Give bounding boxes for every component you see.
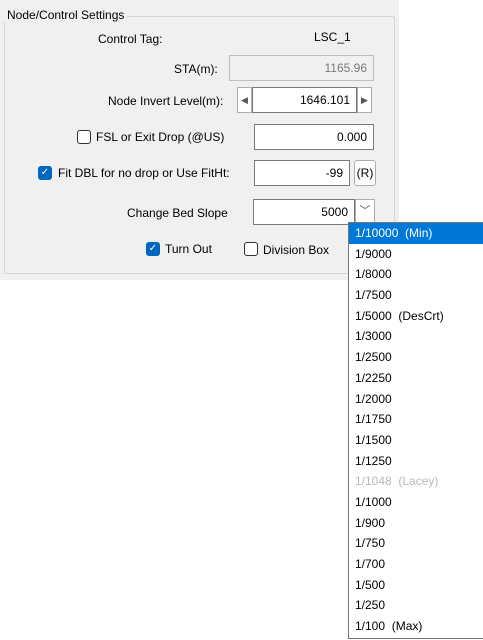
dropdown-item[interactable]: 1/700: [349, 554, 483, 575]
dropdown-item[interactable]: 1/1000: [349, 492, 483, 513]
group-title: Node/Control Settings: [4, 8, 128, 22]
dropdown-item[interactable]: 1/500: [349, 575, 483, 596]
node-control-settings-panel: Node/Control Settings Control Tag: LSC_1…: [0, 0, 399, 280]
division-box-label: Division Box: [263, 243, 330, 257]
dropdown-item[interactable]: 1/2500: [349, 347, 483, 368]
dropdown-item[interactable]: 1/2000: [349, 389, 483, 410]
control-tag-label: Control Tag:: [98, 32, 163, 46]
r-button[interactable]: (R): [354, 160, 376, 186]
dropdown-item[interactable]: 1/10000 (Min): [349, 223, 483, 244]
fsl-field[interactable]: 0.000: [254, 124, 374, 150]
node-invert-field[interactable]: 1646.101: [252, 87, 357, 113]
dropdown-item[interactable]: 1/1500: [349, 430, 483, 451]
node-invert-label: Node Invert Level(m):: [108, 94, 224, 108]
sta-label: STA(m):: [174, 62, 218, 76]
fsl-label: FSL or Exit Drop (@US): [96, 130, 225, 144]
left-arrow-icon[interactable]: ◀: [237, 87, 252, 113]
dropdown-item[interactable]: 1/1048 (Lacey): [349, 471, 483, 492]
bed-slope-dropdown-list[interactable]: 1/10000 (Min) 1/9000 1/8000 1/7500 1/500…: [348, 222, 483, 639]
dropdown-item[interactable]: 1/900: [349, 513, 483, 534]
checkmark-icon: ✓: [148, 243, 158, 254]
dropdown-item[interactable]: 1/3000: [349, 326, 483, 347]
turn-out-checkbox[interactable]: ✓: [146, 242, 160, 256]
dropdown-item[interactable]: 1/7500: [349, 285, 483, 306]
fsl-checkbox[interactable]: [77, 130, 91, 144]
dropdown-item[interactable]: 1/9000: [349, 244, 483, 265]
dropdown-item[interactable]: 1/100 (Max): [349, 616, 483, 637]
dropdown-item[interactable]: 1/5000 (DesCrt): [349, 306, 483, 327]
sta-field: 1165.96: [229, 55, 374, 81]
control-tag-value: LSC_1: [314, 30, 351, 44]
right-arrow-icon[interactable]: ▶: [357, 87, 372, 113]
dropdown-item[interactable]: 1/8000: [349, 264, 483, 285]
dropdown-item[interactable]: 1/1750: [349, 409, 483, 430]
fit-ht-field[interactable]: -99: [254, 160, 350, 186]
checkmark-icon: ✓: [40, 167, 50, 178]
turn-out-label: Turn Out: [165, 242, 212, 256]
dropdown-item[interactable]: 1/750: [349, 533, 483, 554]
division-box-checkbox[interactable]: [244, 242, 258, 256]
fit-dbl-label: Fit DBL for no drop or Use FitHt:: [58, 166, 230, 180]
dropdown-item[interactable]: 1/2250: [349, 368, 483, 389]
bed-slope-label: Change Bed Slope: [127, 206, 228, 220]
dropdown-item[interactable]: 1/1250: [349, 451, 483, 472]
bed-slope-field[interactable]: 5000: [253, 199, 355, 225]
dropdown-item[interactable]: 1/250: [349, 595, 483, 616]
fit-dbl-checkbox[interactable]: ✓: [38, 166, 52, 180]
